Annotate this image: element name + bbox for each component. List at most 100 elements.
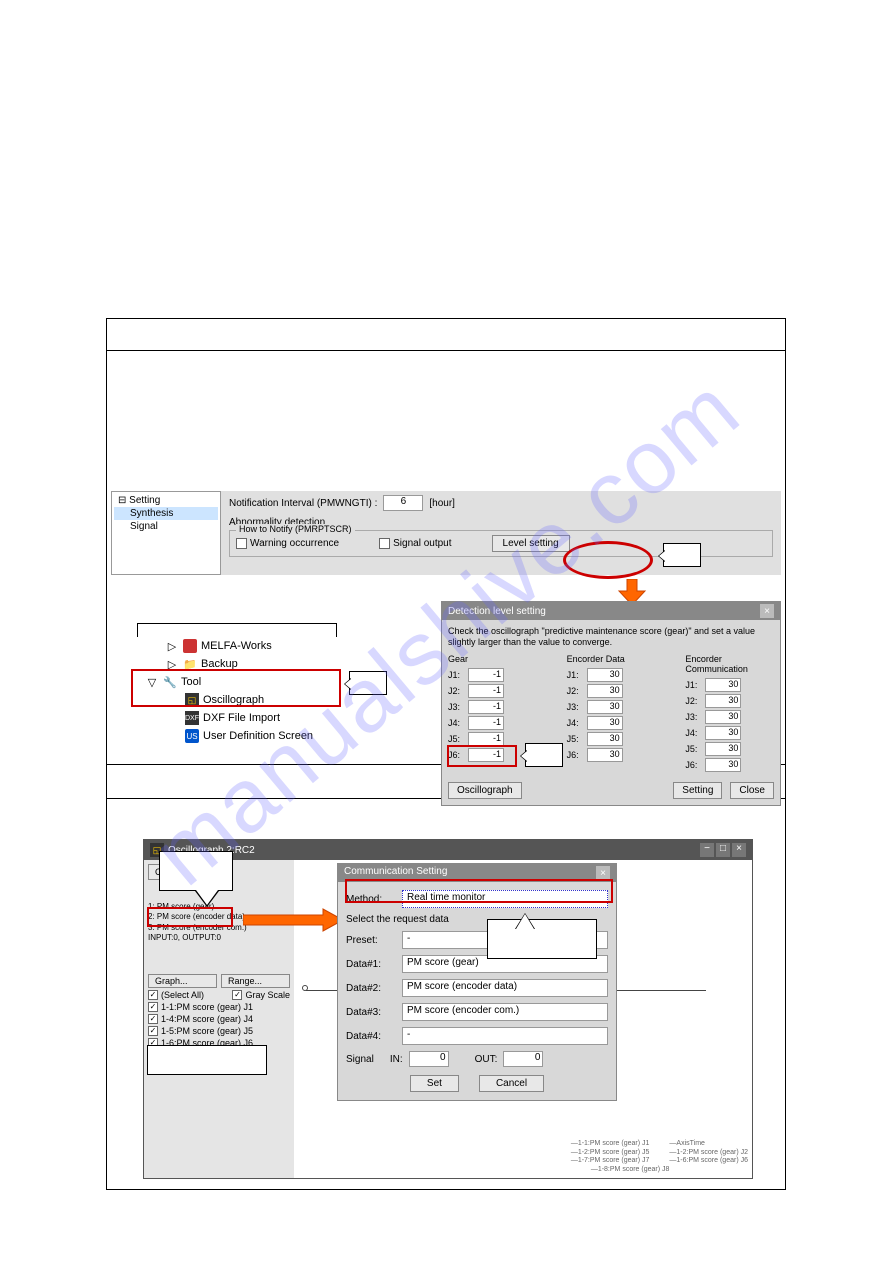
select-all-checkbox[interactable]: ✓(Select All) ✓Gray Scale: [148, 990, 290, 1000]
tree-label: Tool: [181, 676, 201, 688]
graph-button[interactable]: Graph...: [148, 974, 217, 988]
com-j5-input[interactable]: 30: [705, 742, 741, 756]
method-select[interactable]: Real time monitor: [402, 890, 608, 908]
tree-label: User Definition Screen: [203, 730, 313, 742]
gear-j2-input[interactable]: -1: [468, 684, 504, 698]
data2-label: Data#2:: [346, 983, 396, 994]
data2-select[interactable]: PM score (encoder data): [402, 979, 608, 997]
oscillograph-button[interactable]: Oscillograph: [448, 782, 522, 799]
encoder-comm-column: Encorder Communication J1:30 J2:30 J3:30…: [685, 654, 774, 774]
checkbox-icon: [379, 538, 390, 549]
enc-j1-input[interactable]: 30: [587, 668, 623, 682]
gear-j5-input[interactable]: -1: [468, 732, 504, 746]
com-j2-input[interactable]: 30: [705, 694, 741, 708]
set-button[interactable]: Set: [410, 1075, 459, 1092]
tree-backup[interactable]: ▷📁Backup: [137, 655, 377, 673]
chk-label: 1-1:PM score (gear) J1: [161, 1002, 253, 1012]
tree-label: DXF File Import: [203, 712, 280, 724]
setting-button[interactable]: Setting: [673, 782, 722, 799]
enc-j3-input[interactable]: 30: [587, 700, 623, 714]
joint-label: J5:: [448, 734, 464, 744]
gear-j1-input[interactable]: -1: [468, 668, 504, 682]
out-input[interactable]: 0: [503, 1051, 543, 1067]
checkbox-icon: ✓: [148, 1026, 158, 1036]
joint-label: J4:: [448, 718, 464, 728]
gear-j3-input[interactable]: -1: [468, 700, 504, 714]
notification-input[interactable]: 6: [383, 495, 423, 511]
legend-item: 1-7:PM score (gear) J7: [578, 1157, 650, 1164]
enc-j2-input[interactable]: 30: [587, 684, 623, 698]
signal-out-label: Signal output: [393, 538, 451, 549]
preset-label: Preset:: [346, 935, 396, 946]
com-j3-input[interactable]: 30: [705, 710, 741, 724]
tree-oscillograph[interactable]: ◱Oscillograph: [137, 691, 377, 709]
legend-item: 1-2:PM score (gear) J2: [676, 1149, 748, 1156]
communication-setting-dialog: Communication Setting × Method: Real time…: [337, 863, 617, 1101]
tool-icon: 🔧: [163, 675, 177, 689]
callout-pointer-icon: [196, 890, 218, 916]
data4-select[interactable]: -: [402, 1027, 608, 1045]
joint-label: J5:: [567, 734, 583, 744]
com-j4-input[interactable]: 30: [705, 726, 741, 740]
com-j6-input[interactable]: 30: [705, 758, 741, 772]
close-button[interactable]: Close: [730, 782, 774, 799]
minus-icon: ▽: [145, 675, 159, 689]
enc-j6-input[interactable]: 30: [587, 748, 623, 762]
joint-label: J6:: [448, 750, 464, 760]
joint-label: J3:: [448, 702, 464, 712]
tree-melfa[interactable]: ▷MELFA-Works: [137, 637, 377, 655]
enc-j5-input[interactable]: 30: [587, 732, 623, 746]
close-icon[interactable]: ×: [732, 843, 746, 857]
joint-label: J2:: [448, 686, 464, 696]
legend-item: AxisTime: [676, 1140, 705, 1147]
series-checkbox[interactable]: ✓1-1:PM score (gear) J1: [148, 1002, 290, 1012]
tree-synthesis-label: Synthesis: [130, 508, 173, 519]
data3-label: Data#3:: [346, 1007, 396, 1018]
plus-icon: ▷: [165, 639, 179, 653]
cancel-button[interactable]: Cancel: [479, 1075, 544, 1092]
signal-output-checkbox[interactable]: Signal output: [379, 538, 451, 549]
legend-item: 1-6:PM score (gear) J6: [676, 1157, 748, 1164]
dxf-icon: DXF: [185, 711, 199, 725]
gear-j6-input[interactable]: -1: [468, 748, 504, 762]
callout-level-setting: [663, 543, 701, 567]
gear-j4-input[interactable]: -1: [468, 716, 504, 730]
tree-signal-label: Signal: [130, 521, 158, 532]
minimize-icon[interactable]: −: [700, 843, 714, 857]
series-checkbox[interactable]: ✓1-4:PM score (gear) J4: [148, 1014, 290, 1024]
joint-label: J2:: [685, 696, 701, 706]
joint-label: J4:: [685, 728, 701, 738]
joint-label: J2:: [567, 686, 583, 696]
gray-scale-label: Gray Scale: [245, 990, 290, 1000]
dialog-description: Check the oscillograph "predictive maint…: [448, 626, 774, 648]
tree-synthesis[interactable]: Synthesis: [114, 507, 218, 520]
close-icon[interactable]: ×: [760, 604, 774, 618]
chk-label: (Select All): [161, 990, 204, 1000]
checkbox-icon: ✓: [232, 990, 242, 1000]
in-input[interactable]: 0: [409, 1051, 449, 1067]
settings-tree: ⊟ Setting Synthesis Signal: [111, 491, 221, 575]
whiteout-strip: [147, 1045, 267, 1075]
tree-signal[interactable]: Signal: [114, 520, 218, 533]
method-label: Method:: [346, 894, 396, 905]
maximize-icon[interactable]: □: [716, 843, 730, 857]
folder-icon: 📁: [183, 657, 197, 671]
how-notify-title: How to Notify (PMRPTSCR): [236, 524, 355, 534]
enc-j4-input[interactable]: 30: [587, 716, 623, 730]
tree-setting[interactable]: ⊟ Setting: [114, 494, 218, 507]
level-setting-button[interactable]: Level setting: [492, 535, 570, 552]
tree-uds[interactable]: USUser Definition Screen: [137, 727, 377, 745]
range-button[interactable]: Range...: [221, 974, 290, 988]
com-j1-input[interactable]: 30: [705, 678, 741, 692]
tree-dxf[interactable]: DXF DXF File Import: [137, 709, 377, 727]
data3-select[interactable]: PM score (encoder com.): [402, 1003, 608, 1021]
joint-label: J3:: [685, 712, 701, 722]
warning-occurrence-checkbox[interactable]: Warning occurrence: [236, 538, 339, 549]
checkbox-icon: ✓: [148, 1014, 158, 1024]
arrow-right-icon: [243, 907, 343, 933]
joint-label: J4:: [567, 718, 583, 728]
series-checkbox[interactable]: ✓1-5:PM score (gear) J5: [148, 1026, 290, 1036]
close-icon[interactable]: ×: [596, 866, 610, 880]
chk-label: 1-5:PM score (gear) J5: [161, 1026, 253, 1036]
dialog-title: Communication Setting: [344, 866, 447, 880]
